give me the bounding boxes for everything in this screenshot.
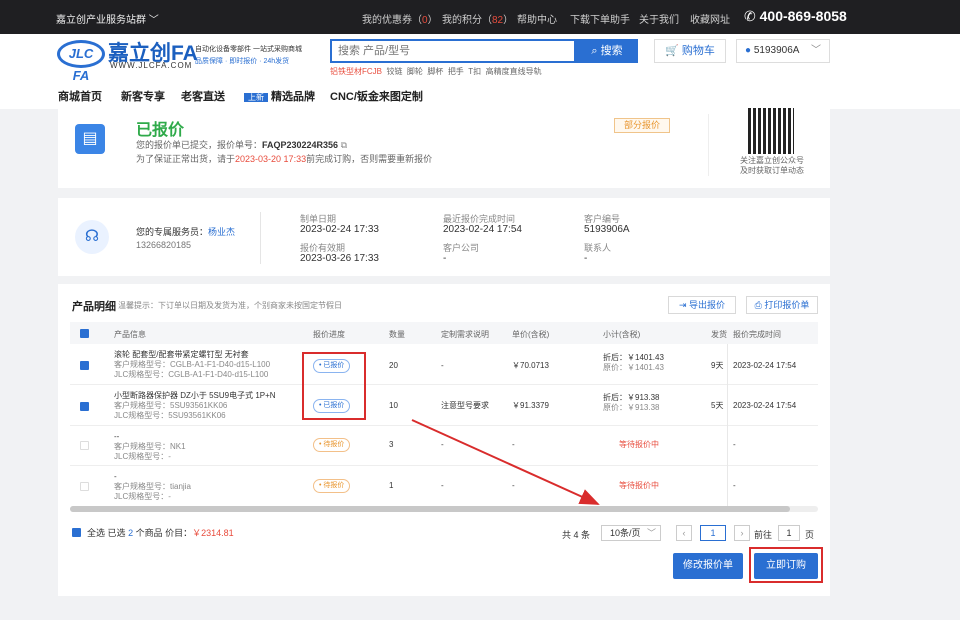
next-page-button[interactable]: › bbox=[734, 525, 750, 541]
total-count: 共 4 条 bbox=[562, 530, 591, 540]
order-now-button[interactable]: 立即订购 bbox=[754, 553, 818, 579]
selection-summary: 全选 已选 2 个商品 价目：￥2314.81 bbox=[87, 528, 234, 538]
chevron-down-icon: ﹀ bbox=[646, 528, 656, 538]
modify-quote-button[interactable]: 修改报价单 bbox=[673, 553, 743, 579]
prev-page-button[interactable]: ‹ bbox=[676, 525, 692, 541]
select-all-checkbox[interactable] bbox=[72, 528, 81, 537]
page-size-select[interactable]: 10条/页 ﹀ bbox=[601, 525, 661, 541]
page-number[interactable]: 1 bbox=[700, 525, 726, 541]
select-all-label[interactable]: 全选 bbox=[87, 528, 105, 538]
goto-input[interactable]: 1 bbox=[778, 525, 800, 541]
goto-label: 前往 bbox=[754, 530, 773, 540]
page-unit: 页 bbox=[805, 530, 815, 540]
total-price: ￥2314.81 bbox=[192, 528, 234, 538]
